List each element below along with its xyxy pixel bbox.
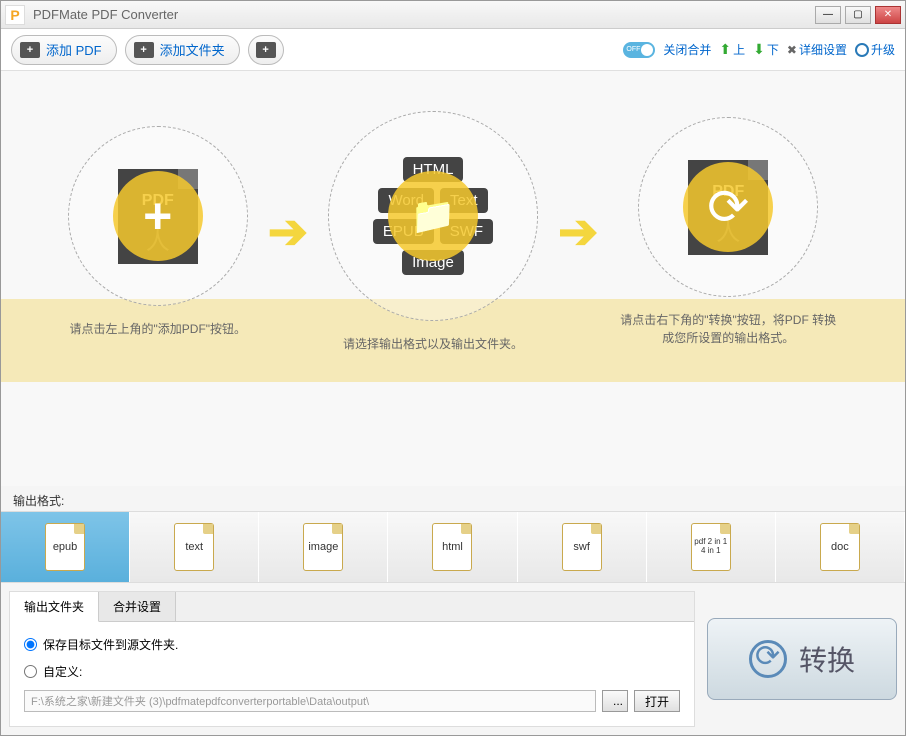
merge-toggle-label[interactable]: 关闭合并 <box>663 41 711 58</box>
format-swf-icon: swf <box>562 523 602 571</box>
bottom-panel: 输出文件夹 合并设置 保存目标文件到源文件夹. 自定义: ... <box>1 583 905 735</box>
add-pdf-label: 添加 PDF <box>46 40 102 59</box>
step-2-text: 请选择输出格式以及输出文件夹。 <box>343 335 523 353</box>
open-button[interactable]: 打开 <box>634 690 680 712</box>
radio-custom[interactable] <box>24 665 37 678</box>
window-title: PDFMate PDF Converter <box>33 7 815 22</box>
plus-overlay-icon <box>113 171 203 261</box>
format-selector: epub text image html swf pdf 2 in 1 4 in… <box>1 511 905 583</box>
step-2-circle: HTML Word Text EPUB SWF Image <box>328 111 538 321</box>
globe-icon <box>855 43 869 57</box>
canvas: PDF 人 请点击左上角的"添加PDF"按钮。 ➔ HTML Word <box>1 71 905 486</box>
tab-merge-settings[interactable]: 合并设置 <box>99 592 176 621</box>
app-logo-icon: P <box>5 5 25 25</box>
refresh-overlay-icon <box>683 162 773 252</box>
format-text-icon: text <box>174 523 214 571</box>
settings-button[interactable]: ✖详细设置 <box>787 41 847 58</box>
format-doc[interactable]: doc <box>776 512 905 582</box>
format-text[interactable]: text <box>130 512 259 582</box>
format-html[interactable]: html <box>388 512 517 582</box>
add-pdf-small-button[interactable] <box>248 35 284 65</box>
arrow-down-icon: ⬇ <box>753 41 765 58</box>
folder-overlay-icon <box>388 171 478 261</box>
format-epub-icon: epub <box>45 523 85 571</box>
format-swf[interactable]: swf <box>518 512 647 582</box>
pdf-icon <box>256 42 276 58</box>
step-2: HTML Word Text EPUB SWF Image <box>328 111 538 353</box>
radio-source-label: 保存目标文件到源文件夹. <box>43 636 178 653</box>
add-folder-icon <box>134 42 154 58</box>
output-format-label: 输出格式: <box>1 486 905 511</box>
browse-button[interactable]: ... <box>602 690 628 712</box>
step-1-text: 请点击左上角的"添加PDF"按钮。 <box>70 320 247 338</box>
steps-row: PDF 人 请点击左上角的"添加PDF"按钮。 ➔ HTML Word <box>1 111 905 353</box>
step-3-text: 请点击右下角的"转换"按钮，将PDF 转换成您所设置的输出格式。 <box>618 311 838 347</box>
close-button[interactable]: ✕ <box>875 6 901 24</box>
merge-toggle[interactable] <box>623 42 655 58</box>
tab-output-folder[interactable]: 输出文件夹 <box>10 592 99 622</box>
step-1-circle: PDF 人 <box>68 126 248 306</box>
convert-icon <box>749 640 787 678</box>
format-epub[interactable]: epub <box>1 512 130 582</box>
upgrade-button[interactable]: 升级 <box>855 41 895 58</box>
maximize-button[interactable]: ▢ <box>845 6 871 24</box>
gear-icon: ✖ <box>787 43 797 57</box>
step-3: PDF 人 请点击右下角的"转换"按钮，将PDF 转换成您所设置的输出格式。 <box>618 117 838 347</box>
toolbar: 添加 PDF 添加文件夹 关闭合并 ⬆上 ⬇下 ✖详细设置 升级 <box>1 29 905 71</box>
step-1: PDF 人 请点击左上角的"添加PDF"按钮。 <box>68 126 248 338</box>
step-3-circle: PDF 人 <box>638 117 818 297</box>
format-image[interactable]: image <box>259 512 388 582</box>
format-pdf-icon: pdf 2 in 1 4 in 1 <box>691 523 731 571</box>
add-folder-label: 添加文件夹 <box>160 40 225 59</box>
add-folder-button[interactable]: 添加文件夹 <box>125 35 240 65</box>
arrow-icon: ➔ <box>268 204 308 260</box>
arrow-icon: ➔ <box>558 204 598 260</box>
format-pdf[interactable]: pdf 2 in 1 4 in 1 <box>647 512 776 582</box>
arrow-up-icon: ⬆ <box>719 41 731 58</box>
add-pdf-icon <box>20 42 40 58</box>
output-body: 保存目标文件到源文件夹. 自定义: ... 打开 <box>10 622 694 726</box>
add-pdf-button[interactable]: 添加 PDF <box>11 35 117 65</box>
convert-label: 转换 <box>799 639 855 679</box>
move-down-button[interactable]: ⬇下 <box>753 41 779 58</box>
convert-button[interactable]: 转换 <box>707 618 897 700</box>
app-window: P PDFMate PDF Converter — ▢ ✕ 添加 PDF 添加文… <box>0 0 906 736</box>
main-area: PDF 人 请点击左上角的"添加PDF"按钮。 ➔ HTML Word <box>1 71 905 735</box>
radio-custom-label: 自定义: <box>43 663 82 680</box>
format-image-icon: image <box>303 523 343 571</box>
move-up-button[interactable]: ⬆上 <box>719 41 745 58</box>
format-doc-icon: doc <box>820 523 860 571</box>
format-html-icon: html <box>432 523 472 571</box>
output-path-input[interactable] <box>24 690 596 712</box>
minimize-button[interactable]: — <box>815 6 841 24</box>
titlebar: P PDFMate PDF Converter — ▢ ✕ <box>1 1 905 29</box>
output-tabs: 输出文件夹 合并设置 <box>10 592 694 622</box>
output-panel: 输出文件夹 合并设置 保存目标文件到源文件夹. 自定义: ... <box>9 591 695 727</box>
radio-save-to-source[interactable] <box>24 638 37 651</box>
